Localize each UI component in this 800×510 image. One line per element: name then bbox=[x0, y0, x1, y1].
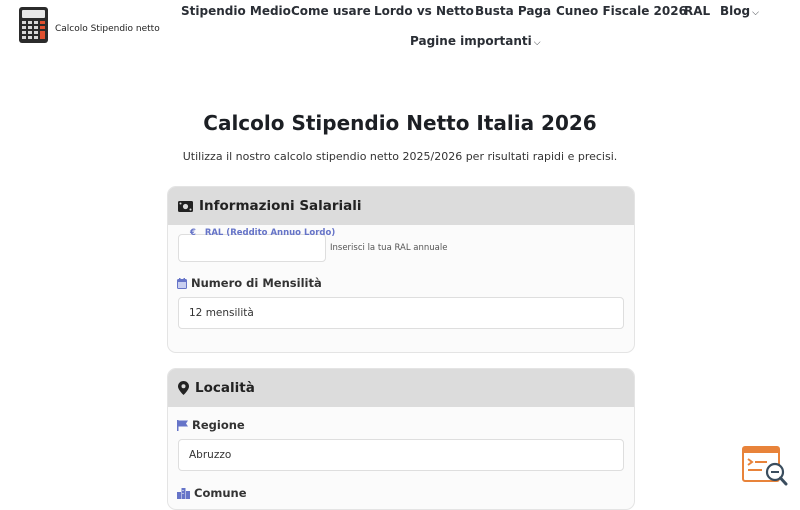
ral-input[interactable] bbox=[178, 234, 326, 262]
map-pin-icon bbox=[178, 381, 189, 395]
nav-item-pagine-importanti[interactable]: Pagine importanti ⌵ bbox=[410, 34, 541, 48]
ral-label-text: RAL (Reddito Annuo Lordo) bbox=[204, 228, 336, 238]
logo-text[interactable]: Calcolo Stipendio netto bbox=[55, 24, 160, 34]
flag-icon bbox=[177, 419, 188, 431]
city-icon bbox=[177, 487, 190, 499]
money-icon bbox=[178, 200, 193, 212]
region-label-text: Regione bbox=[192, 418, 245, 432]
ral-hint-text: Inserisci la tua RAL annuale bbox=[330, 243, 448, 253]
nav-item-lordo-vs-netto[interactable]: Lordo vs Netto bbox=[374, 4, 474, 18]
months-select[interactable]: 12 mensilità bbox=[178, 297, 624, 329]
location-card-header: Località bbox=[168, 369, 634, 407]
location-card-title: Località bbox=[195, 380, 255, 396]
nav-item-come-usare[interactable]: Come usare bbox=[291, 4, 371, 18]
chevron-down-icon: ⌵ bbox=[533, 38, 541, 48]
search-document-widget-icon[interactable] bbox=[742, 446, 788, 488]
calendar-icon bbox=[177, 277, 187, 289]
salary-card-title: Informazioni Salariali bbox=[199, 198, 362, 214]
euro-icon: € bbox=[190, 228, 196, 238]
site-header: Calcolo Stipendio netto Stipendio Medio … bbox=[0, 0, 800, 64]
nav-item-busta-paga[interactable]: Busta Paga bbox=[475, 4, 551, 18]
nav-item-blog[interactable]: Blog ⌵ bbox=[720, 4, 759, 18]
ral-floating-label: € RAL (Reddito Annuo Lordo) bbox=[190, 228, 335, 238]
calculator-logo-icon[interactable] bbox=[19, 7, 48, 43]
city-label: Comune bbox=[177, 486, 247, 500]
city-label-text: Comune bbox=[194, 486, 247, 500]
salary-info-card: Informazioni Salariali € RAL (Reddito An… bbox=[167, 186, 635, 353]
page-subtitle: Utilizza il nostro calcolo stipendio net… bbox=[182, 150, 618, 163]
salary-card-header: Informazioni Salariali bbox=[168, 187, 634, 225]
months-label: Numero di Mensilità bbox=[177, 276, 322, 290]
nav-item-stipendio-medio[interactable]: Stipendio Medio bbox=[181, 4, 291, 18]
chevron-down-icon: ⌵ bbox=[752, 8, 759, 18]
location-card: Località Regione Abruzzo Comune bbox=[167, 368, 635, 510]
region-label: Regione bbox=[177, 418, 245, 432]
nav-item-ral[interactable]: RAL bbox=[684, 4, 710, 18]
region-select[interactable]: Abruzzo bbox=[178, 439, 624, 471]
months-label-text: Numero di Mensilità bbox=[191, 276, 322, 290]
nav-item-cuneo-fiscale[interactable]: Cuneo Fiscale 2026 bbox=[556, 4, 687, 18]
page-title: Calcolo Stipendio Netto Italia 2026 bbox=[203, 111, 597, 135]
